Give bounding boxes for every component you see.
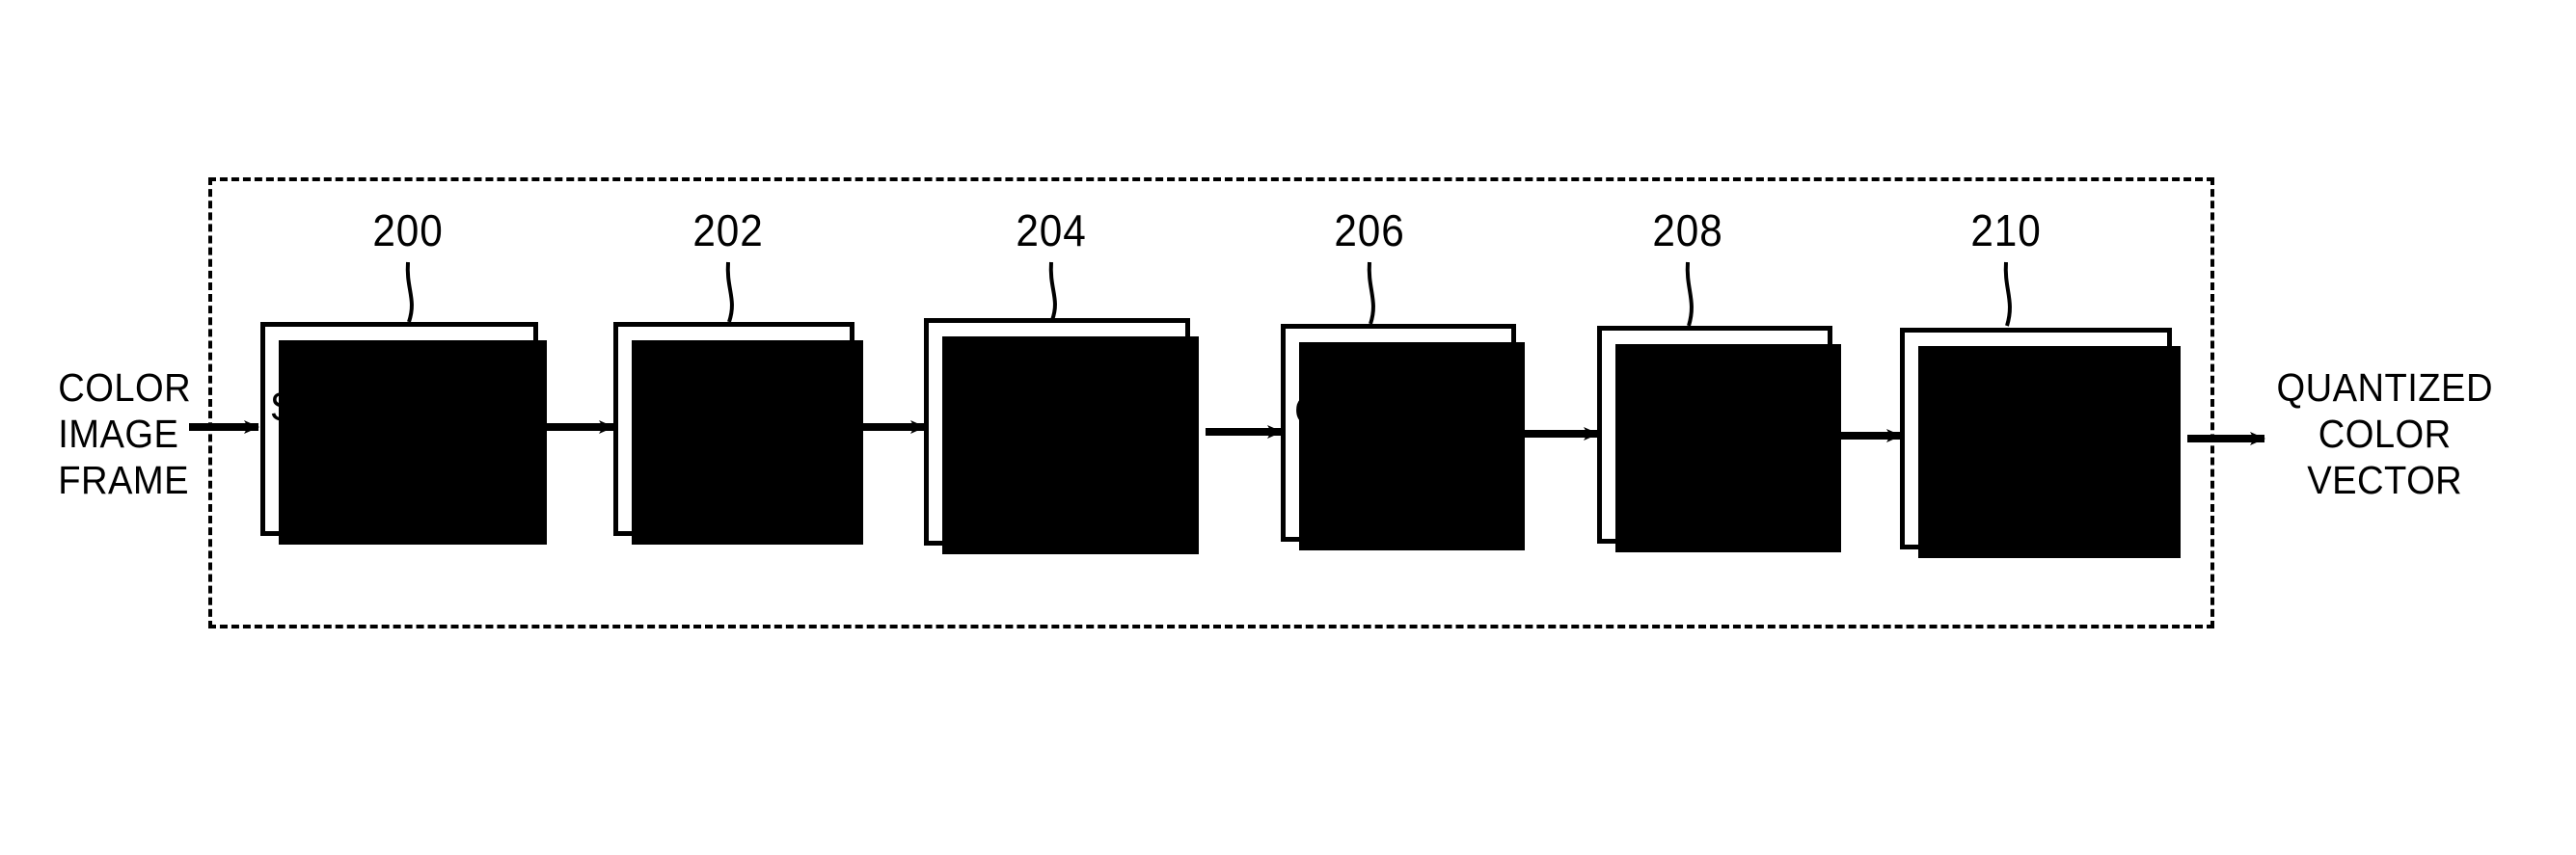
block-grouping-unit: GROUPING UNIT [1281,324,1525,550]
block-impulse-noise-removing-unit: IMPULSE NOISE REMOVING UNIT [924,318,1199,554]
ref-numeral-204: 204 [1016,205,1087,255]
block-label-impulse-noise-removing-unit: IMPULSE NOISE REMOVING UNIT [952,343,1162,519]
figure-canvas: 200 202 204 206 208 210 SEGMENTING UNIT … [0,0,2576,855]
block-label-filtering-unit: FILTERING UNIT [1615,389,1814,478]
ref-numeral-202: 202 [692,205,764,255]
block-segmenting-unit: SEGMENTING UNIT [260,322,547,545]
block-label-sorting-unit: SORTING UNIT [646,384,822,472]
ref-numeral-208: 208 [1652,205,1723,255]
ref-numeral-200: 200 [372,205,444,255]
block-label-segmenting-unit: SEGMENTING UNIT [270,384,529,472]
block-label-grouping-unit: GROUPING UNIT [1293,387,1504,476]
input-label-color-image-frame: COLOR IMAGE FRAME [58,365,192,502]
ref-numeral-210: 210 [1970,205,2042,255]
block-sorting-unit: SORTING UNIT [613,322,863,545]
output-label-quantized-color-vector: QUANTIZED COLOR VECTOR [2276,365,2493,502]
block-label-quantizing-unit: QUANTIZING UNIT [1917,393,2155,482]
block-filtering-unit: FILTERING UNIT [1597,326,1841,552]
block-quantizing-unit: QUANTIZING UNIT [1900,328,2181,558]
ref-numeral-206: 206 [1334,205,1405,255]
